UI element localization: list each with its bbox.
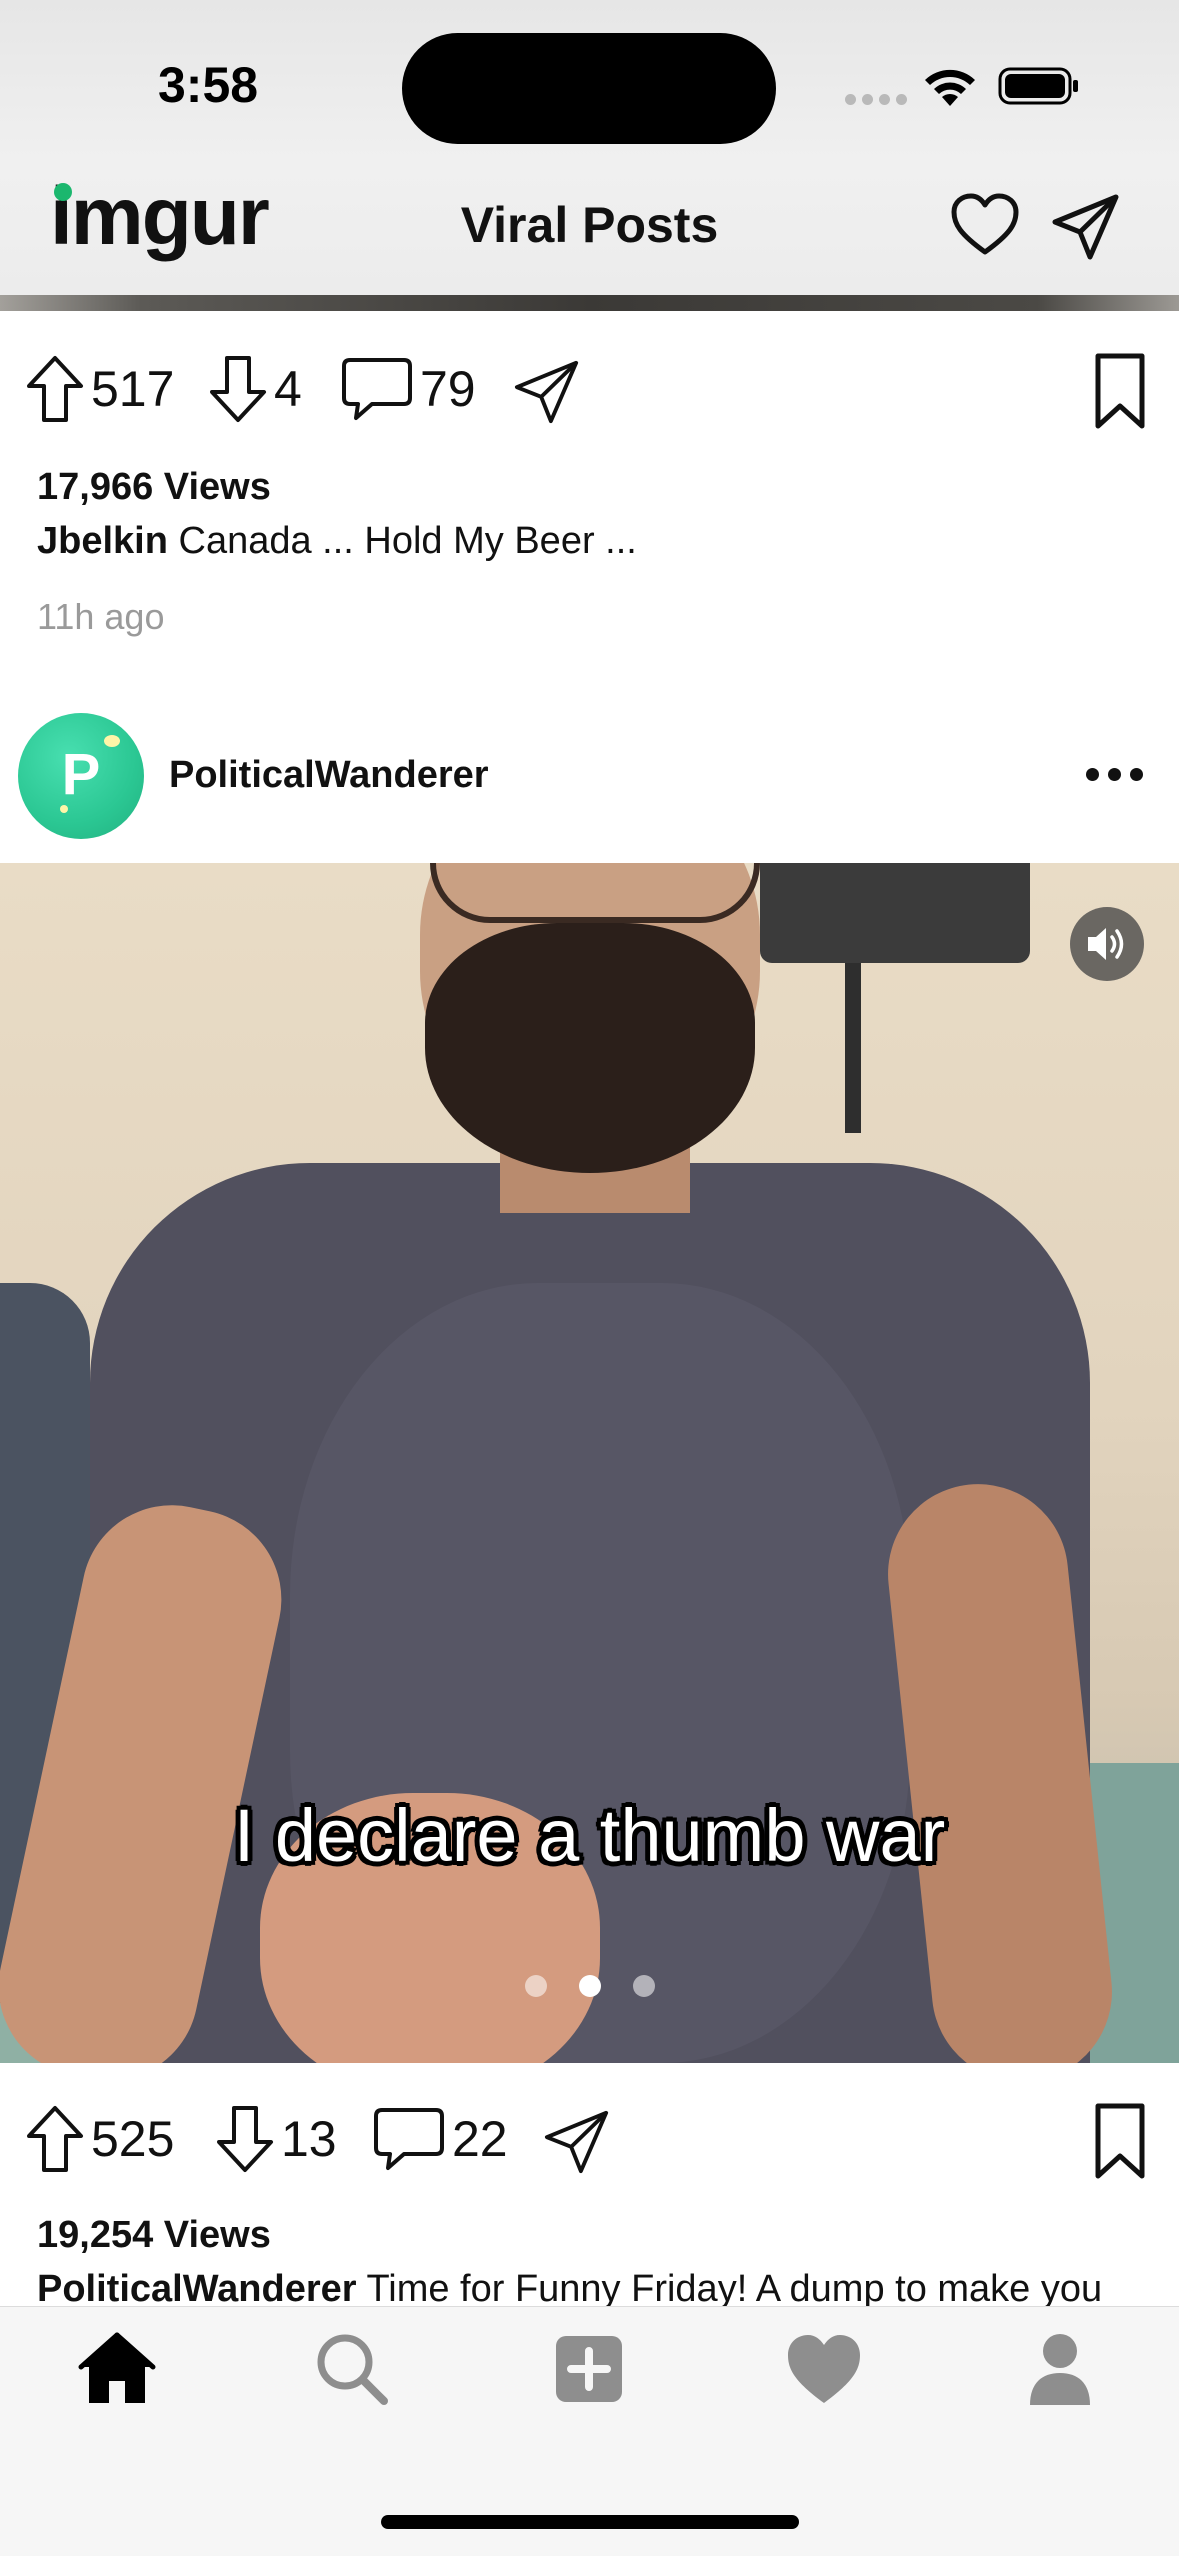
- comment-count: 79: [420, 361, 476, 417]
- send-icon[interactable]: [1050, 192, 1122, 262]
- status-time: 3:58: [158, 57, 259, 113]
- more-options-icon[interactable]: [1086, 768, 1143, 781]
- caption-author[interactable]: PoliticalWanderer: [37, 2268, 357, 2310]
- profile-icon[interactable]: [1020, 2329, 1100, 2409]
- post-time: 11h ago: [37, 596, 165, 637]
- avatar-letter: P: [61, 742, 101, 807]
- caption-text: Canada ... Hold My Beer ...: [178, 520, 637, 562]
- wifi-icon: [925, 69, 975, 106]
- heart-icon[interactable]: [950, 192, 1020, 258]
- sound-toggle-button[interactable]: [1070, 907, 1144, 981]
- avatar[interactable]: P: [18, 713, 144, 839]
- post-author[interactable]: PoliticalWanderer: [169, 754, 489, 797]
- share-icon[interactable]: [542, 2108, 612, 2176]
- upvote-icon: [27, 356, 83, 422]
- post-actions: 525 13 22: [0, 2090, 1179, 2190]
- comment-icon: [374, 2108, 444, 2170]
- comments-button[interactable]: 22: [372, 2104, 508, 2174]
- bookmark-icon[interactable]: [1092, 2102, 1148, 2182]
- downvote-icon: [217, 2106, 273, 2172]
- downvote-icon: [210, 356, 266, 422]
- caption-author[interactable]: Jbelkin: [37, 520, 168, 562]
- post-caption[interactable]: PoliticalWanderer Time for Funny Friday!…: [37, 2268, 1102, 2311]
- upvote-button[interactable]: 525: [25, 2104, 174, 2174]
- top-bar: 3:58 imgur Viral Posts: [0, 0, 1179, 295]
- bookmark-icon[interactable]: [1092, 352, 1148, 432]
- view-count: 17,966 Views: [37, 466, 271, 508]
- battery-icon: [998, 67, 1078, 105]
- caption-text: Time for Funny Friday! A dump to make yo…: [366, 2268, 1103, 2310]
- upvote-button[interactable]: 517: [25, 354, 174, 424]
- media-lamp: [760, 863, 1030, 963]
- comment-icon: [342, 358, 412, 420]
- post-caption[interactable]: Jbelkin Canada ... Hold My Beer ...: [37, 520, 637, 563]
- downvote-count: 13: [281, 2111, 337, 2167]
- home-icon[interactable]: [77, 2329, 157, 2409]
- carousel-dot[interactable]: [524, 1975, 547, 1997]
- home-indicator[interactable]: [381, 2515, 799, 2529]
- tab-bar: [0, 2306, 1179, 2556]
- media-beard: [425, 923, 755, 1173]
- post-media-video[interactable]: I declare a thumb war: [0, 863, 1179, 2063]
- favorites-icon[interactable]: [784, 2329, 864, 2409]
- upvote-count: 517: [91, 361, 175, 417]
- media-glasses: [430, 863, 760, 923]
- comments-button[interactable]: 79: [340, 354, 476, 424]
- speaker-icon: [1088, 928, 1124, 960]
- comment-count: 22: [452, 2111, 508, 2167]
- app-screen: 3:58 imgur Viral Posts 517 4 79 17,966 V…: [0, 0, 1179, 2556]
- video-subtitle: I declare a thumb war: [233, 1794, 946, 1877]
- previous-post-media[interactable]: [0, 295, 1179, 311]
- upvote-count: 525: [91, 2111, 175, 2167]
- media-lamp-stand: [845, 963, 861, 1133]
- downvote-button[interactable]: 4: [208, 354, 302, 424]
- search-icon[interactable]: [312, 2329, 392, 2409]
- share-icon[interactable]: [512, 358, 582, 426]
- carousel-indicator[interactable]: [0, 1975, 1179, 1997]
- view-count: 19,254 Views: [37, 2214, 271, 2256]
- post-actions: 517 4 79: [0, 340, 1179, 440]
- carousel-dot[interactable]: [578, 1975, 601, 1997]
- cellular-signal-icon: [845, 94, 907, 105]
- downvote-count: 4: [274, 361, 302, 417]
- downvote-button[interactable]: 13: [215, 2104, 337, 2174]
- carousel-dot[interactable]: [632, 1975, 655, 1997]
- dynamic-island: [402, 33, 776, 144]
- add-post-icon[interactable]: [549, 2329, 629, 2409]
- upvote-icon: [27, 2106, 83, 2172]
